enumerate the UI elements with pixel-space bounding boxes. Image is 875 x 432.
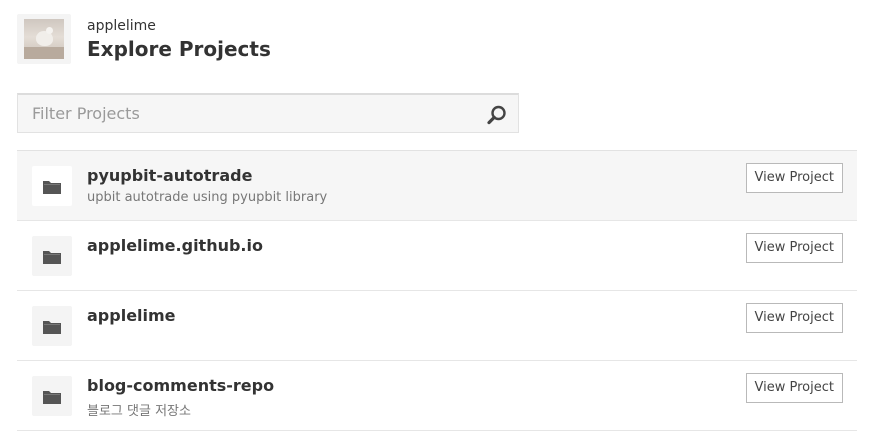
avatar[interactable]: [17, 14, 71, 64]
project-folder-badge: [32, 166, 72, 206]
project-row[interactable]: pyupbit-autotrade upbit autotrade using …: [17, 151, 857, 221]
view-project-button[interactable]: View Project: [745, 233, 843, 263]
project-folder-badge: [32, 376, 72, 416]
avatar-image: [24, 19, 64, 59]
search-input[interactable]: [18, 95, 478, 131]
folder-icon: [43, 249, 61, 264]
page-title: Explore Projects: [87, 37, 271, 61]
project-row[interactable]: applelime View Project: [17, 291, 857, 361]
project-description: upbit autotrade using pyupbit library: [87, 190, 328, 205]
folder-icon: [43, 319, 61, 334]
owner-name[interactable]: applelime: [87, 18, 156, 34]
view-project-button[interactable]: View Project: [745, 303, 843, 333]
view-project-button[interactable]: View Project: [745, 373, 843, 403]
project-row[interactable]: applelime.github.io View Project: [17, 221, 857, 291]
project-folder-badge: [32, 306, 72, 346]
project-description: 블로그 댓글 저장소: [87, 404, 191, 419]
project-name[interactable]: applelime.github.io: [87, 236, 263, 255]
folder-icon: [43, 389, 61, 404]
project-row[interactable]: blog-comments-repo 블로그 댓글 저장소 View Proje…: [17, 361, 857, 431]
folder-icon: [43, 179, 61, 194]
project-list: pyupbit-autotrade upbit autotrade using …: [17, 150, 857, 431]
project-name[interactable]: blog-comments-repo: [87, 376, 274, 395]
page-header: applelime Explore Projects: [17, 12, 517, 68]
project-folder-badge: [32, 236, 72, 276]
view-project-button[interactable]: View Project: [745, 163, 843, 193]
filter-projects-search: [17, 93, 519, 133]
project-name[interactable]: pyupbit-autotrade: [87, 166, 252, 185]
search-icon[interactable]: [486, 104, 508, 126]
project-name[interactable]: applelime: [87, 306, 176, 325]
